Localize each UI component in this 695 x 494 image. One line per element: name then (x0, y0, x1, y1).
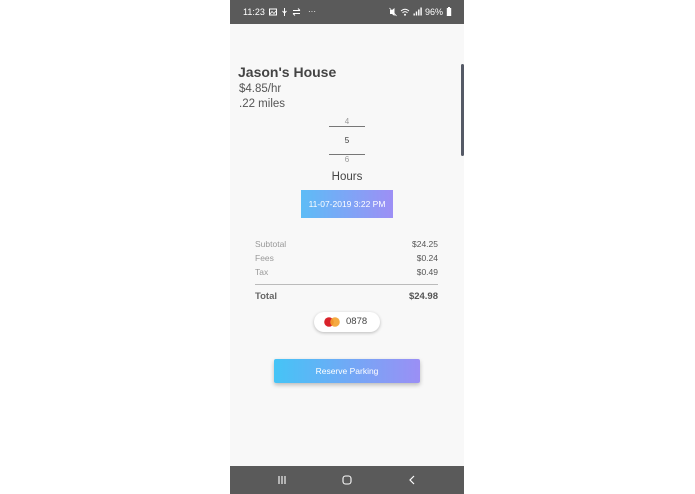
fees-label: Fees (255, 253, 274, 263)
date-time-button[interactable]: 11-07-2019 3:22 PM (301, 190, 393, 218)
subtotal-row: Subtotal $24.25 (255, 239, 438, 253)
transfer-icon (292, 8, 301, 16)
card-last4: 0878 (346, 316, 368, 327)
wifi-icon (400, 8, 410, 16)
picker-current-value[interactable]: 5 (329, 136, 365, 145)
status-bar: 11:23 ··· 96% (230, 0, 464, 24)
subtotal-value: $24.25 (412, 239, 438, 249)
phone-screen: 11:23 ··· 96% Jason's House $4.85/hr .22… (230, 0, 464, 494)
status-overflow: ··· (308, 7, 316, 16)
total-value: $24.98 (408, 291, 438, 302)
recents-icon[interactable] (275, 472, 289, 488)
status-right-icons: 96% (389, 0, 452, 24)
home-icon[interactable] (340, 472, 354, 488)
fees-row: Fees $0.24 (255, 253, 438, 267)
battery-percent: 96% (424, 7, 443, 17)
subtotal-label: Subtotal (255, 239, 287, 249)
tax-label: Tax (255, 267, 269, 277)
price-summary: Subtotal $24.25 Fees $0.24 Tax $0.49 Tot… (255, 239, 438, 305)
mute-icon (389, 7, 397, 17)
tax-row: Tax $0.49 (255, 267, 438, 281)
status-time: 11:23 (243, 7, 265, 17)
hours-picker[interactable]: 4 5 6 (329, 117, 365, 167)
listing-rate: $4.85/hr (239, 83, 282, 95)
usb-icon (282, 8, 287, 16)
navigation-bar (230, 466, 464, 494)
listing-distance: .22 miles (239, 98, 286, 110)
summary-divider (255, 284, 438, 285)
back-icon[interactable] (405, 472, 419, 488)
total-label: Total (255, 291, 277, 302)
scrollbar[interactable] (461, 64, 464, 156)
battery-icon (446, 7, 452, 16)
image-icon (269, 8, 277, 16)
listing-title: Jason's House (238, 64, 337, 80)
mastercard-icon (324, 317, 340, 327)
hours-label: Hours (331, 171, 363, 183)
status-left-icons: ··· (269, 0, 316, 24)
picker-next-value[interactable]: 6 (329, 155, 365, 164)
fees-value: $0.24 (416, 253, 438, 263)
reserve-parking-button[interactable]: Reserve Parking (274, 359, 420, 383)
picker-previous-value[interactable]: 4 (329, 117, 365, 126)
total-row: Total $24.98 (255, 291, 438, 305)
tax-value: $0.49 (416, 267, 438, 277)
signal-icon (413, 7, 422, 16)
payment-card-selector[interactable]: 0878 (314, 312, 380, 332)
picker-divider (329, 126, 365, 127)
